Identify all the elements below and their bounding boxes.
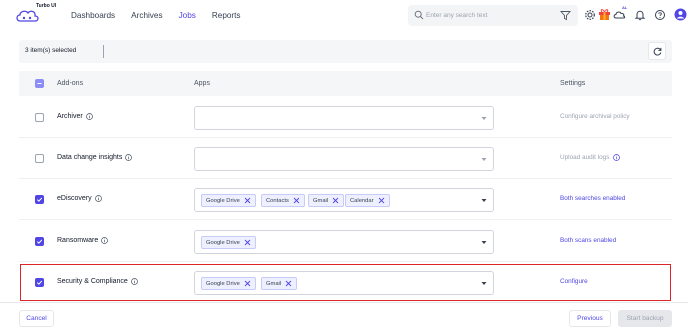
addon-name: Archiver — [57, 113, 93, 120]
search-input[interactable] — [426, 9, 552, 22]
info-icon[interactable] — [613, 154, 621, 161]
search-bar — [408, 5, 578, 26]
info-icon[interactable] — [94, 195, 102, 202]
header-addons: Add-ons — [57, 80, 84, 87]
settings-link: Upload audit logs — [560, 154, 621, 161]
remove-chip-icon[interactable] — [293, 197, 300, 204]
search-icon — [414, 10, 424, 20]
remove-chip-icon[interactable] — [332, 197, 339, 204]
app-chip: Gmail — [308, 194, 345, 207]
addon-name: Data change insights — [57, 154, 133, 161]
chevron-down-icon[interactable] — [481, 240, 487, 245]
addon-label: Ransomware — [57, 237, 99, 244]
user-avatar-icon[interactable] — [674, 8, 687, 21]
table-row: eDiscovery Google Drive Contacts Gmail Calen… — [19, 179, 672, 220]
info-icon[interactable] — [125, 154, 133, 161]
minus-icon — [37, 83, 42, 84]
app-chip-label: Contacts — [266, 197, 289, 204]
addon-name: Ransomware — [57, 237, 109, 244]
app-chip-label: Gmail — [313, 197, 329, 204]
filter-icon[interactable] — [560, 10, 571, 21]
remove-chip-icon[interactable] — [244, 239, 251, 246]
help-icon[interactable] — [654, 9, 666, 21]
app-chip: Calendar — [345, 194, 390, 207]
gift-icon[interactable] — [598, 7, 611, 21]
selection-count: 3 item(s) selected — [25, 47, 77, 54]
apps-select[interactable] — [194, 106, 494, 130]
nav-reports[interactable]: Reports — [212, 11, 241, 21]
settings-link[interactable]: Both scans enabled — [560, 237, 616, 244]
table-row: Data change insights Upload audit logs — [19, 138, 672, 179]
divider — [103, 45, 104, 58]
start-backup-button[interactable]: Start backup — [618, 310, 672, 327]
app-chip-label: Google Drive — [206, 239, 240, 246]
header-settings: Settings — [560, 80, 586, 87]
apps-select[interactable] — [194, 147, 494, 171]
table-row: Archiver Configure archival policy — [19, 97, 672, 138]
remove-chip-icon[interactable] — [244, 197, 251, 204]
addon-label: eDiscovery — [57, 195, 92, 202]
info-icon[interactable] — [101, 237, 109, 244]
check-icon — [36, 239, 43, 244]
bell-icon[interactable] — [634, 9, 646, 21]
settings-label: Both searches enabled — [560, 195, 626, 202]
nav-archives[interactable]: Archives — [131, 11, 162, 21]
highlight-box — [20, 264, 671, 301]
table-header: Add-ons Apps Settings — [19, 71, 672, 96]
app-chip-label: Calendar — [350, 197, 374, 204]
settings-icon[interactable] — [584, 9, 596, 21]
top-bar: Turbo UI Dashboards Archives Jobs Report… — [0, 0, 688, 33]
settings-label: Upload audit logs — [560, 154, 610, 161]
previous-button[interactable]: Previous — [569, 310, 611, 327]
row-checkbox[interactable] — [35, 113, 44, 122]
apps-select[interactable]: Google Drive Contacts Gmail Calendar — [194, 188, 494, 212]
settings-link: Configure archival policy — [560, 113, 630, 120]
settings-label: Both scans enabled — [560, 237, 617, 244]
table-row: Ransomware Google Drive Both scans enabled — [19, 221, 672, 262]
settings-label: Configure archival policy — [560, 113, 630, 120]
apps-select[interactable]: Google Drive — [194, 230, 494, 254]
select-all-checkbox[interactable] — [35, 79, 44, 88]
addon-label: Archiver — [57, 113, 83, 120]
check-icon — [36, 197, 43, 202]
header-apps: Apps — [194, 80, 210, 87]
row-checkbox[interactable] — [35, 237, 44, 246]
row-checkbox[interactable] — [35, 195, 44, 204]
app-chip: Google Drive — [201, 194, 256, 207]
cancel-button[interactable]: Cancel — [19, 310, 54, 327]
footer-divider — [0, 302, 688, 303]
row-checkbox[interactable] — [35, 154, 44, 163]
nav-jobs[interactable]: Jobs — [179, 11, 196, 21]
app-chip-label: Google Drive — [206, 197, 240, 204]
addon-name: eDiscovery — [57, 195, 102, 202]
main-nav: Dashboards Archives Jobs Reports — [71, 11, 257, 21]
nav-dashboards[interactable]: Dashboards — [71, 11, 115, 21]
remove-chip-icon[interactable] — [378, 197, 385, 204]
app-chip: Contacts — [261, 194, 305, 207]
chevron-down-icon[interactable] — [481, 198, 487, 203]
settings-link[interactable]: Both searches enabled — [560, 195, 625, 202]
chevron-down-icon[interactable] — [481, 157, 487, 162]
info-icon[interactable] — [85, 113, 93, 120]
weather-badge: AL — [622, 5, 628, 10]
app-chip: Google Drive — [201, 236, 256, 249]
refresh-icon — [653, 47, 661, 56]
selection-bar: 3 item(s) selected — [19, 40, 672, 63]
addon-label: Data change insights — [57, 154, 123, 161]
chevron-down-icon[interactable] — [481, 116, 487, 121]
refresh-button[interactable] — [648, 42, 666, 60]
logo-text: Turbo UI — [36, 3, 57, 9]
